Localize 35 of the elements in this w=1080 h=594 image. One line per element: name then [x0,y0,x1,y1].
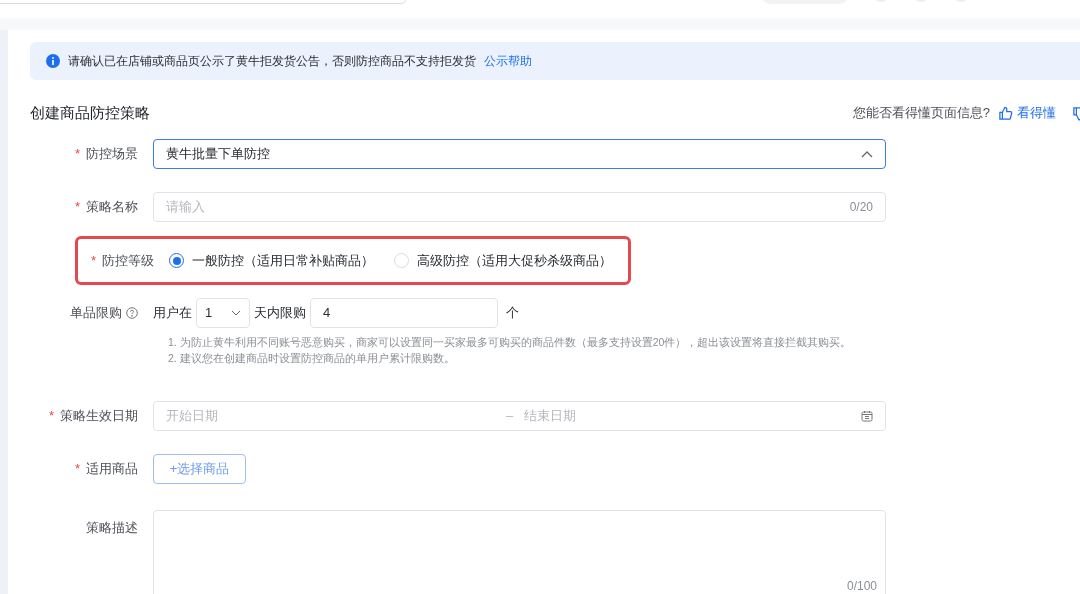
required-mark: * [74,198,80,217]
count-field[interactable]: 4 [310,298,498,328]
field-label: 策略描述 [86,519,138,537]
limit-middle: 天内限购 [254,304,306,323]
required-mark: * [74,145,80,164]
field-label: 策略名称 [86,198,138,217]
required-mark: * [74,460,80,479]
description-field[interactable]: 0/100 [153,510,886,594]
required-mark: * [48,407,54,426]
understand-button[interactable]: 看得懂 [1017,103,1056,123]
name-field[interactable]: 请输入 0/20 [153,192,886,222]
field-label: 防控等级 [102,251,154,270]
feedback-question: 您能否看得懂页面信息? [852,104,990,123]
unit-label: 个 [506,304,519,323]
required-mark: * [90,251,96,270]
days-select[interactable]: 1 [196,298,250,328]
limit-prefix: 用户在 [153,304,192,323]
help-text: 2. 建议您在创建商品时设置防控商品的单用户累计限购数。 [168,351,456,366]
help-link[interactable]: 公示帮助 [484,52,532,70]
date-separator: – [506,407,515,426]
notice-text: 请确认已在店铺或商品页公示了黄牛拒发货公告，否则防控商品不支持拒发货 [68,53,476,70]
char-counter: 0/20 [849,199,873,216]
end-date-placeholder: 结束日期 [524,407,577,426]
help-text: 1. 为防止黄牛利用不同账号恶意购买，商家可以设置同一买家最多可购买的商品件数（最多支持设置20件），超出该设置将直接拦截其购买。 [168,335,853,350]
select-products-button[interactable]: +选择商品 [153,454,246,484]
page-title: 创建商品防控策略 [30,102,150,123]
field-label: 单品限购 [70,304,122,323]
field-label: 策略生效日期 [60,407,138,426]
radio-label[interactable]: 一般防控（适用日常补贴商品） [192,250,374,271]
scene-select[interactable]: 黄牛批量下单防控 [153,139,886,169]
start-date-placeholder: 开始日期 [166,407,219,426]
radio-label[interactable]: 高级防控（适用大促秒杀级商品） [417,250,612,271]
char-counter: 0/100 [846,578,877,594]
field-label: 防控场景 [86,145,138,164]
field-label: 适用商品 [86,460,138,479]
